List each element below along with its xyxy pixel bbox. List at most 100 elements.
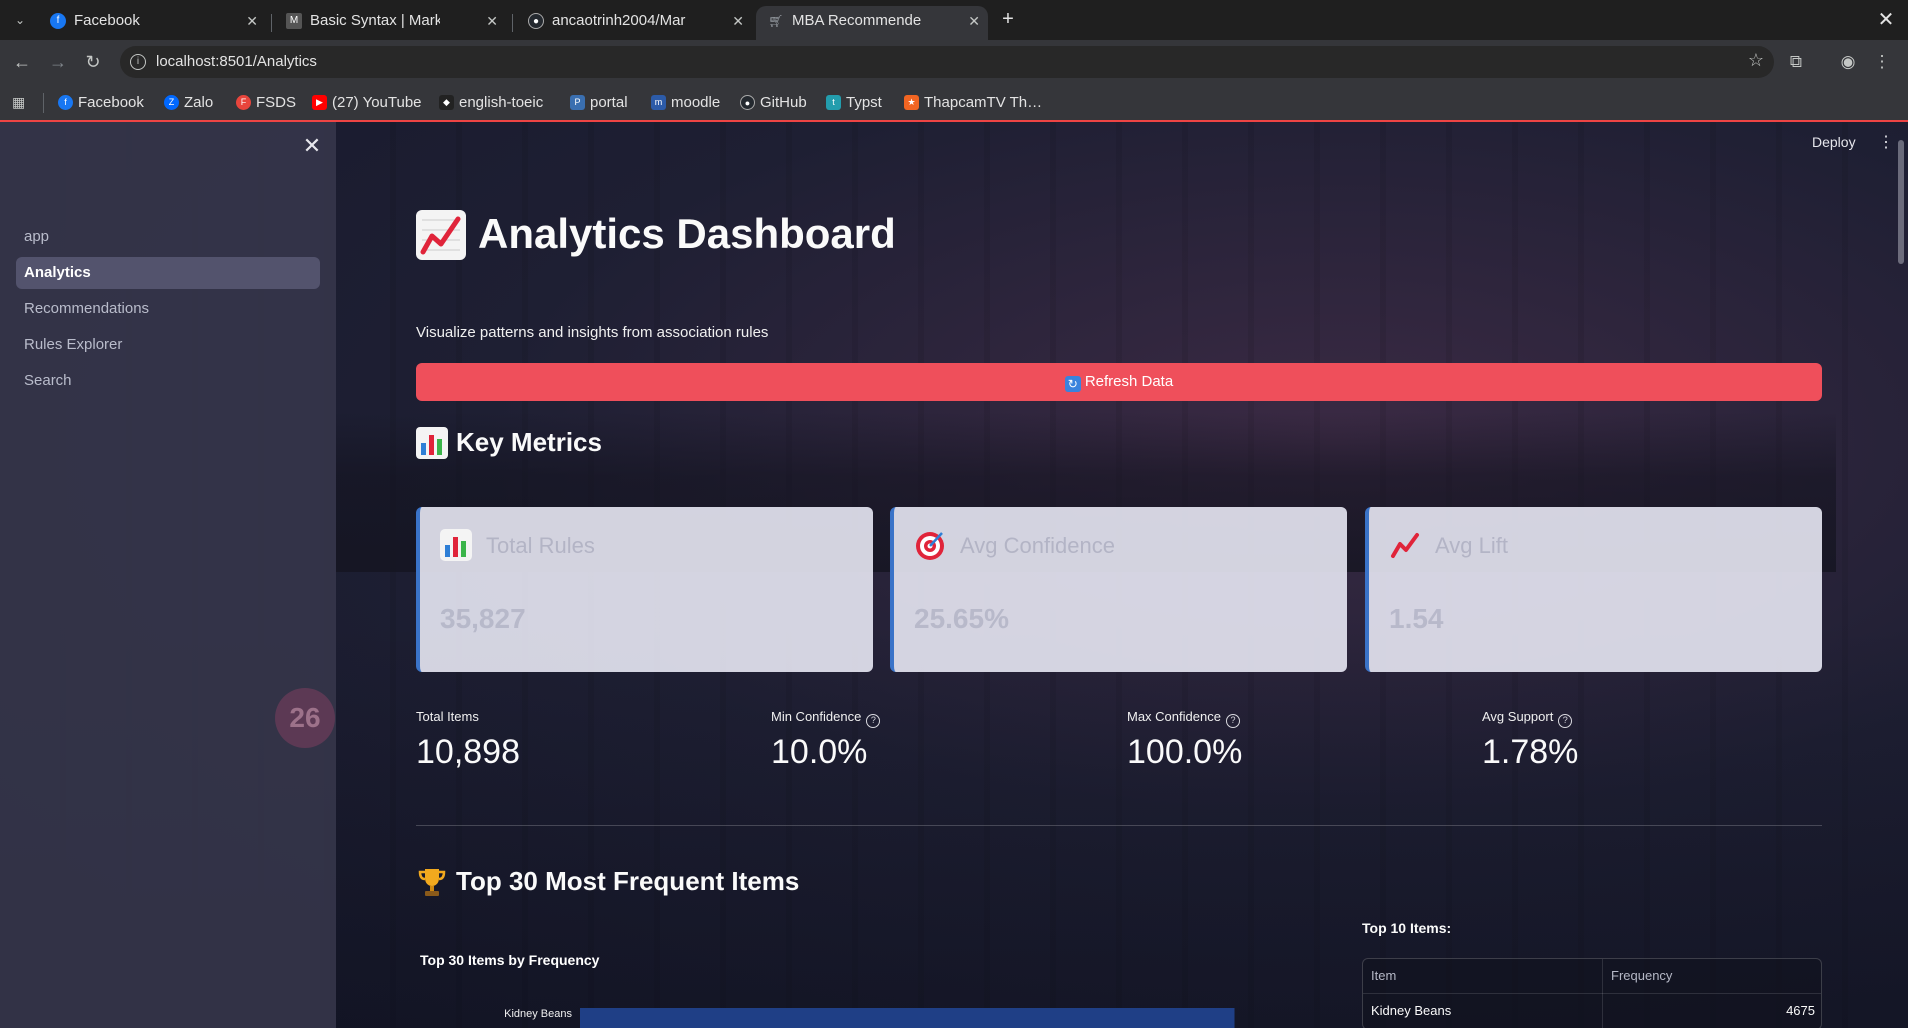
table-cell-item: Kidney Beans <box>1363 994 1603 1028</box>
table-header-row: Item Frequency <box>1363 959 1821 994</box>
column-header-frequency[interactable]: Frequency <box>1603 959 1821 994</box>
metric-max-confidence: Max Confidence? 100.0% <box>1127 708 1427 772</box>
table-cell-frequency: 4675 <box>1786 1003 1815 1018</box>
forward-button[interactable]: → <box>44 48 72 76</box>
chart-bar[interactable] <box>580 1008 1235 1028</box>
cart-icon: 🛒︎ <box>768 14 784 28</box>
tab-title: MBA Recommender System <box>792 12 922 29</box>
apps-grid-icon[interactable]: ▦ <box>12 94 28 110</box>
help-icon[interactable]: ? <box>1225 714 1240 728</box>
tab-title: ancaotrinh2004/Market-Basket <box>552 12 686 29</box>
top10-title: Top 10 Items: <box>1362 920 1452 936</box>
page-scrollbar[interactable] <box>1898 140 1904 264</box>
chart-category-label: Kidney Beans <box>504 1008 572 1020</box>
toeic-icon: ◆ <box>439 95 454 110</box>
bookmark-fsds[interactable]: F FSDS <box>236 93 296 113</box>
top-items-heading-text: Top 30 Most Frequent Items <box>456 866 800 896</box>
sidebar: ✕ app Analytics Recommendations Rules Ex… <box>0 122 336 1028</box>
bookmark-label: FSDS <box>256 94 297 111</box>
close-tab-icon[interactable]: ✕ <box>486 6 498 36</box>
sidebar-item-app[interactable]: app <box>16 221 320 253</box>
metric-min-confidence: Min Confidence? 10.0% <box>771 708 1071 772</box>
bookmark-github[interactable]: ● GitHub <box>740 93 807 113</box>
help-icon[interactable]: ? <box>866 714 881 728</box>
bookmark-typst[interactable]: t Typst <box>826 93 882 113</box>
new-tab-button[interactable]: + <box>996 8 1020 32</box>
sidebar-item-search[interactable]: Search <box>16 365 320 397</box>
browser-tab[interactable]: M Basic Syntax | Markdown Guide ✕ <box>274 6 506 40</box>
frequency-bar-chart: Kidney Beans <box>504 1008 1235 1028</box>
metric-value: 10.0% <box>771 733 868 771</box>
page-title: Analytics Dashboard <box>416 208 896 260</box>
metric-label: Avg Support? <box>1482 708 1782 728</box>
trending-up-icon <box>416 210 466 260</box>
main-menu-icon[interactable]: ⋮ <box>1876 132 1896 152</box>
facebook-icon: f <box>50 13 66 29</box>
background-decoration: 26 <box>275 688 335 748</box>
browser-menu-icon[interactable]: ⋮ <box>1870 50 1894 74</box>
table-row: Kidney Beans 4675 <box>1363 994 1821 1028</box>
browser-tab-active[interactable]: 🛒︎ MBA Recommender System ✕ <box>756 6 988 40</box>
address-bar[interactable]: i localhost:8501/Analytics ☆ <box>120 46 1774 78</box>
bookmark-label: Typst <box>846 94 882 111</box>
bookmark-thapcamtv[interactable]: ★ ThapcamTV Th… <box>904 93 1042 113</box>
bookmark-separator <box>43 93 44 113</box>
typst-icon: t <box>826 95 841 110</box>
tab-search-icon[interactable]: ⌄ <box>8 8 32 32</box>
kpi-label: Avg Lift <box>1435 533 1508 558</box>
github-icon: ● <box>528 13 544 29</box>
metric-value: 1.78% <box>1482 733 1579 771</box>
sidebar-item-analytics[interactable]: Analytics <box>16 257 320 289</box>
close-sidebar-icon[interactable]: ✕ <box>300 134 324 158</box>
bookmark-english-toeic[interactable]: ◆ english-toeic <box>439 93 543 113</box>
kpi-value: 25.65% <box>914 603 1009 634</box>
trophy-icon <box>416 866 448 898</box>
back-button[interactable]: ← <box>8 48 36 76</box>
window-close-button[interactable]: ✕ <box>1872 6 1900 34</box>
bookmark-label: portal <box>590 94 628 111</box>
bookmark-youtube[interactable]: ▶ (27) YouTube <box>312 93 422 113</box>
facebook-icon: f <box>58 95 73 110</box>
bookmark-label: english-toeic <box>459 94 544 111</box>
tab-title: Facebook <box>74 12 140 29</box>
sidebar-item-rules-explorer[interactable]: Rules Explorer <box>16 329 320 361</box>
bookmark-facebook[interactable]: f Facebook <box>58 93 144 113</box>
browser-tab[interactable]: f Facebook ✕ <box>38 6 266 40</box>
bookmark-portal[interactable]: P portal <box>570 93 628 113</box>
bookmark-label: (27) YouTube <box>332 94 422 111</box>
bar-chart-icon <box>440 529 472 561</box>
metric-value: 100.0% <box>1127 733 1243 771</box>
metric-total-items: Total Items 10,898 <box>416 708 716 772</box>
portal-icon: P <box>570 95 585 110</box>
metric-label: Total Items <box>416 708 716 726</box>
youtube-icon: ▶ <box>312 95 327 110</box>
close-tab-icon[interactable]: ✕ <box>732 6 744 36</box>
column-header-item[interactable]: Item <box>1363 959 1603 994</box>
url-text[interactable]: localhost:8501/Analytics <box>156 53 317 70</box>
metric-label-text: Total Items <box>416 709 479 724</box>
browser-tab[interactable]: ● ancaotrinh2004/Market-Basket ✕ <box>516 6 752 40</box>
extensions-icon[interactable]: ⧉ <box>1784 50 1808 74</box>
markdown-icon: M <box>286 13 302 29</box>
profile-icon[interactable]: ◉ <box>1836 50 1860 74</box>
metric-label-text: Min Confidence <box>771 709 862 724</box>
kpi-label: Avg Confidence <box>960 533 1115 558</box>
reload-button[interactable]: ↻ <box>79 48 107 76</box>
close-tab-icon[interactable]: ✕ <box>968 6 980 36</box>
bookmark-star-icon[interactable]: ☆ <box>1748 50 1764 71</box>
metric-value: 10,898 <box>416 733 520 771</box>
bookmark-zalo[interactable]: Z Zalo <box>164 93 213 113</box>
close-tab-icon[interactable]: ✕ <box>246 6 258 36</box>
tab-separator <box>271 14 272 32</box>
help-icon[interactable]: ? <box>1558 714 1573 728</box>
key-metrics-heading: Key Metrics <box>416 425 602 459</box>
kpi-value: 1.54 <box>1389 603 1444 634</box>
kpi-card-total-rules: Total Rules 35,827 <box>416 507 873 672</box>
metric-label: Min Confidence? <box>771 708 1071 728</box>
site-info-icon[interactable]: i <box>130 54 146 70</box>
bookmark-moodle[interactable]: m moodle <box>651 93 720 113</box>
tab-title: Basic Syntax | Markdown Guide <box>310 12 440 29</box>
kpi-card-avg-confidence: Avg Confidence 25.65% <box>890 507 1347 672</box>
refresh-data-button[interactable]: ↻ Refresh Data <box>416 363 1822 401</box>
sidebar-item-recommendations[interactable]: Recommendations <box>16 293 320 325</box>
